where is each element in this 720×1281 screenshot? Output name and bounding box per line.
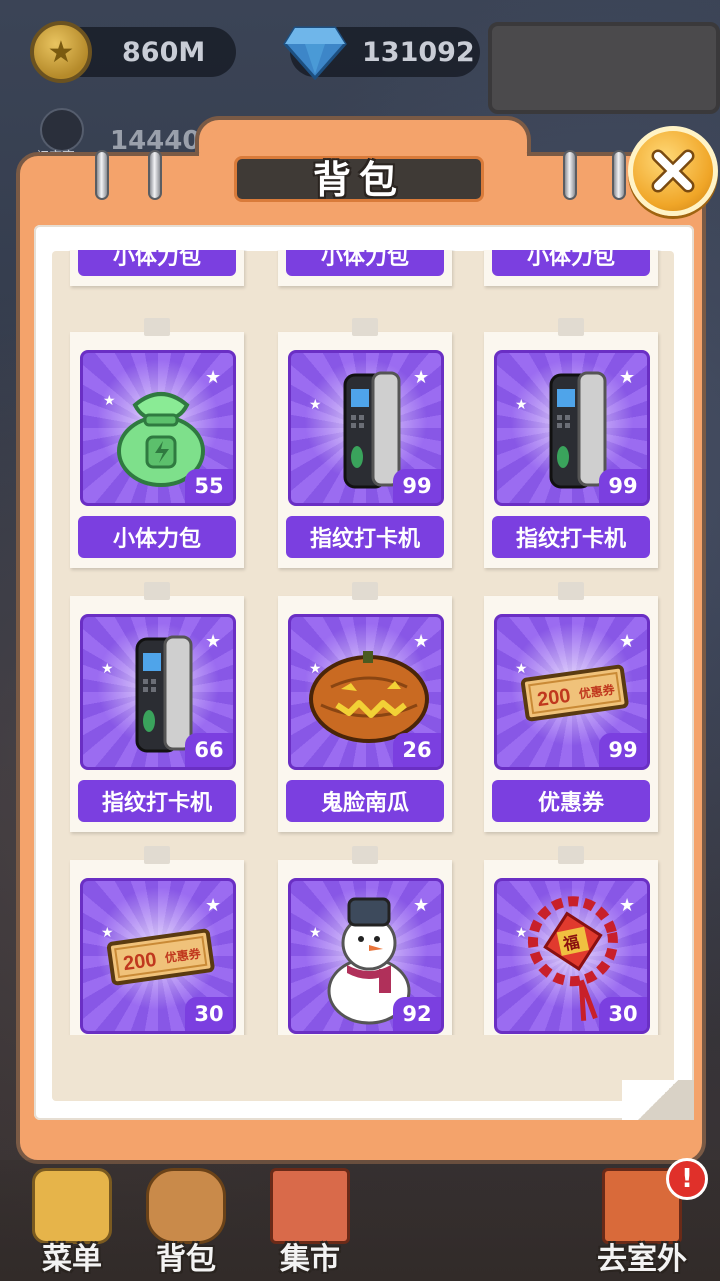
card-clip xyxy=(558,582,584,600)
item-count: 66 xyxy=(185,733,233,767)
item-count: 30 xyxy=(599,997,647,1031)
nav-label: 背包 xyxy=(156,1242,216,1277)
card-clip xyxy=(558,846,584,864)
item-count: 92 xyxy=(393,997,441,1031)
item-name: 指纹打卡机 xyxy=(78,780,236,822)
item-card-partial[interactable]: 小体力包 xyxy=(70,250,244,286)
item-tile: ★ ★ 55 xyxy=(80,350,236,506)
coupon-value: 200 xyxy=(536,685,572,711)
item-tile: ★ ★ 99 xyxy=(494,350,650,506)
nav-market-button[interactable]: 集市 xyxy=(250,1168,370,1278)
item-count: 26 xyxy=(393,733,441,767)
item-card[interactable]: ★ ★ 99 指纹打卡机 xyxy=(484,318,658,568)
binder-ring xyxy=(148,150,162,200)
item-tile: ★ ★ 66 xyxy=(80,614,236,770)
item-name: 小体力包 xyxy=(78,250,236,276)
item-count: 30 xyxy=(185,997,233,1031)
item-tile: ★ ★ 92 xyxy=(288,878,444,1034)
card-clip xyxy=(352,582,378,600)
binder-ring xyxy=(563,150,577,200)
background-board xyxy=(488,22,720,114)
item-card[interactable]: ★ ★ 200 优惠券 30 xyxy=(70,846,244,1035)
item-card-partial[interactable]: 小体力包 xyxy=(484,250,658,286)
item-count: 99 xyxy=(599,469,647,503)
nav-backpack-button[interactable]: 背包 xyxy=(126,1168,246,1278)
item-name: 指纹打卡机 xyxy=(492,516,650,558)
item-tile: ★ ★ 200 优惠券 99 xyxy=(494,614,650,770)
item-tile: ★ ★ 200 优惠券 30 xyxy=(80,878,236,1034)
title-text: 背包 xyxy=(312,157,405,202)
item-name: 指纹打卡机 xyxy=(286,516,444,558)
coin-value: 860M xyxy=(122,36,206,68)
item-count: 99 xyxy=(393,469,441,503)
item-card[interactable]: ★ ★ 26 鬼脸南瓜 xyxy=(278,582,452,832)
card-clip xyxy=(558,318,584,336)
item-name: 鬼脸南瓜 xyxy=(286,780,444,822)
item-card[interactable]: ★ ★ 92 xyxy=(278,846,452,1035)
page-title: 背包 xyxy=(234,156,484,202)
item-tile: ★ ★ 26 xyxy=(288,614,444,770)
coin-icon: ★ xyxy=(30,21,92,83)
menu-icon xyxy=(32,1168,112,1244)
item-tile: ★ ★ 福 30 xyxy=(494,878,650,1034)
market-icon xyxy=(270,1168,350,1244)
alert-badge: ! xyxy=(666,1158,708,1200)
paper-fold-corner xyxy=(622,1080,694,1120)
item-card[interactable]: ★ ★ 200 优惠券 99 优惠券 xyxy=(484,582,658,832)
backpack-icon xyxy=(146,1168,226,1244)
item-name: 小体力包 xyxy=(492,250,650,276)
item-card[interactable]: ★ ★ 99 指纹打卡机 xyxy=(278,318,452,568)
card-clip xyxy=(352,318,378,336)
card-clip xyxy=(144,318,170,336)
item-tile: ★ ★ 99 xyxy=(288,350,444,506)
item-card[interactable]: ★ ★ 66 指纹打卡机 xyxy=(70,582,244,832)
item-card[interactable]: ★ ★ 55 小体力包 xyxy=(70,318,244,568)
card-clip xyxy=(144,846,170,864)
item-card-partial[interactable]: 小体力包 xyxy=(278,250,452,286)
inventory-grid[interactable]: 小体力包 小体力包 小体力包 ★ ★ 55 小体力包 ★ ★ 99 指纹打卡机 … xyxy=(52,250,674,1035)
item-name: 小体力包 xyxy=(78,516,236,558)
close-icon xyxy=(651,149,695,193)
card-clip xyxy=(352,846,378,864)
binder-ring xyxy=(612,150,626,200)
gem-value: 131092 xyxy=(362,36,475,68)
item-name: 小体力包 xyxy=(286,250,444,276)
item-name: 优惠券 xyxy=(492,780,650,822)
nav-menu-button[interactable]: 菜单 xyxy=(12,1168,132,1278)
card-clip xyxy=(144,582,170,600)
nav-label: 集市 xyxy=(280,1242,340,1277)
item-count: 55 xyxy=(185,469,233,503)
item-count: 99 xyxy=(599,733,647,767)
item-card[interactable]: ★ ★ 福 30 xyxy=(484,846,658,1035)
binder-ring xyxy=(95,150,109,200)
close-button[interactable] xyxy=(628,126,718,216)
nav-label: 菜单 xyxy=(42,1242,102,1277)
coupon-value: 200 xyxy=(122,949,158,975)
nav-label: 去室外 xyxy=(597,1242,687,1277)
